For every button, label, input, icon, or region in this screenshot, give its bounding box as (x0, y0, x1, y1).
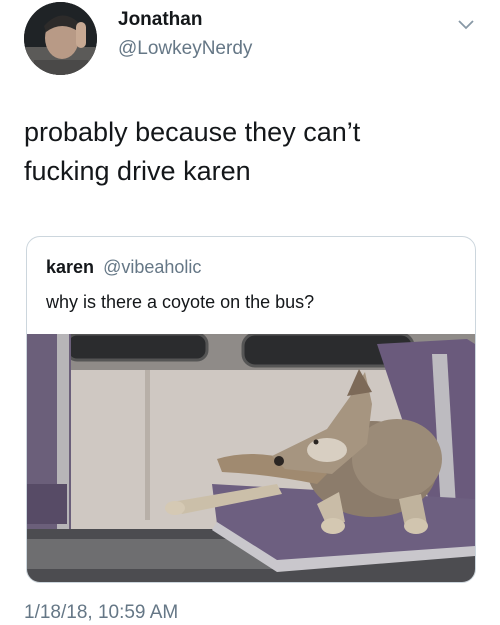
quoted-author-name: karen (46, 257, 95, 277)
quoted-tweet-card[interactable]: karen @vibeaholic why is there a coyote … (26, 236, 476, 583)
timestamp[interactable]: 1/18/18, 10:59 AM (24, 602, 178, 624)
chevron-down-icon[interactable] (456, 14, 476, 34)
avatar[interactable] (24, 2, 97, 75)
tweet-header: Jonathan @LowkeyNerdy (24, 0, 476, 80)
quoted-tweet-text: why is there a coyote on the bus? (46, 292, 315, 312)
tweet-text-line-2: fucking drive karen (24, 156, 251, 186)
quoted-tweet-header: karen @vibeaholic (46, 257, 201, 278)
coyote-on-bus-photo (27, 332, 475, 582)
author-handle[interactable]: @LowkeyNerdy (118, 38, 252, 60)
avatar-photo (24, 2, 97, 75)
quoted-author-handle: @vibeaholic (103, 257, 202, 277)
tweet-text: probably because they can’t fucking driv… (24, 113, 464, 191)
quoted-tweet-image[interactable] (27, 332, 475, 582)
tweet-text-line-1: probably because they can’t (24, 117, 361, 147)
author-name[interactable]: Jonathan (118, 9, 202, 31)
